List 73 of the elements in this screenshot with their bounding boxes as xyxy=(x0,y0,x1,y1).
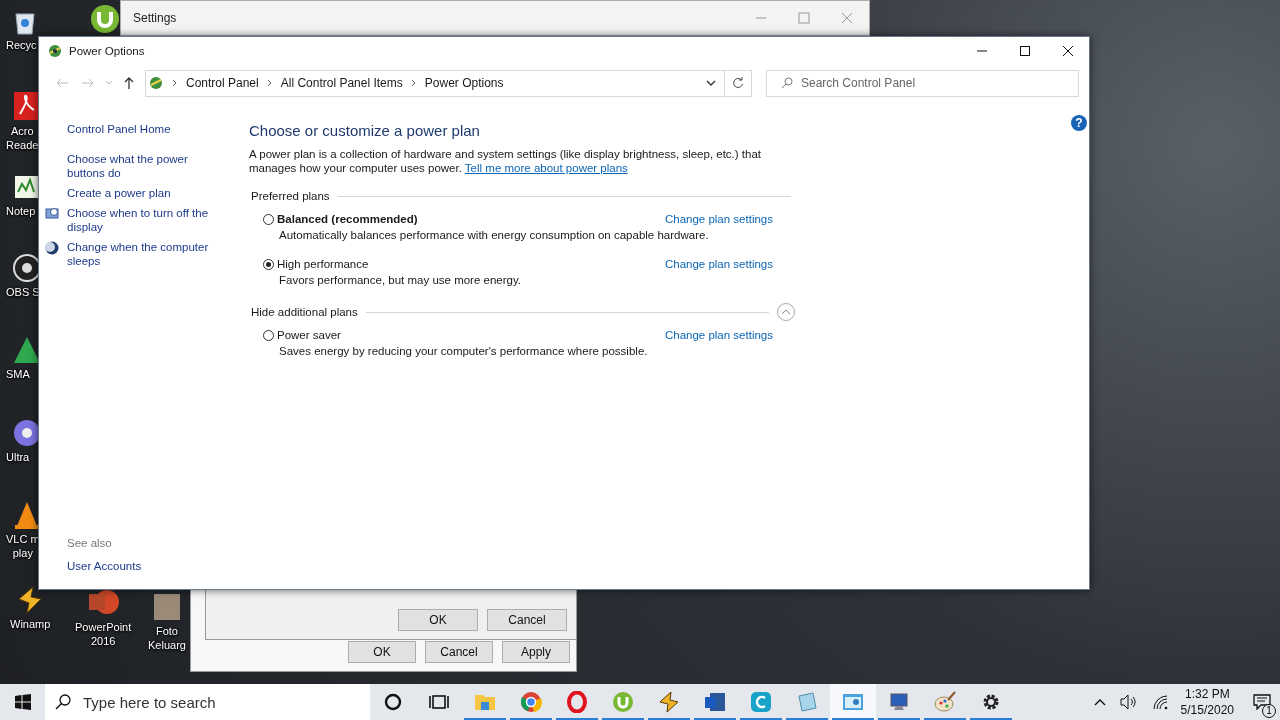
help-icon[interactable]: ? xyxy=(1071,115,1087,131)
dialog-button[interactable]: OK xyxy=(398,609,478,631)
close-icon xyxy=(1061,45,1074,57)
plan-description: Automatically balances performance with energy consumption on capable hardware. xyxy=(278,229,710,241)
desktop-icon-label[interactable]: Winamp xyxy=(10,617,51,631)
windows-logo-icon xyxy=(14,694,31,710)
search-icon xyxy=(55,694,71,710)
chevron-right-icon xyxy=(410,79,417,87)
sidebar-link[interactable]: Create a power plan xyxy=(67,186,171,200)
sidebar-link[interactable]: Choose what the power buttons do xyxy=(67,152,227,180)
breadcrumb-link[interactable]: All Control Panel Items xyxy=(280,76,403,90)
power-plan-icon xyxy=(47,43,63,59)
description-text: A power plan is a collection of hardware and system settings (like display brightness, sleep, etc.) that manages how your computer uses power. Tell me more about power plans xyxy=(249,147,762,175)
display-clock-icon xyxy=(45,207,59,221)
clock-date[interactable]: 5/15/2020 xyxy=(1180,702,1234,718)
change-plan-settings-link[interactable]: Change plan settings xyxy=(664,213,773,225)
search-field[interactable]: Search Control Panel xyxy=(766,69,1079,97)
desktop-icon-label[interactable]: Acro Reade xyxy=(6,124,39,152)
desktop-icon-label[interactable]: SMA xyxy=(6,367,30,381)
close-icon[interactable] xyxy=(841,12,853,24)
sidebar-link[interactable]: Choose when to turn off the display xyxy=(67,206,227,234)
desktop-icon-label[interactable]: Foto Keluarg xyxy=(148,624,186,652)
search-input[interactable]: Type here to search xyxy=(81,692,370,712)
group-label: Preferred plans xyxy=(251,190,330,202)
search-field[interactable]: Type here to search xyxy=(45,684,370,720)
plan-name[interactable]: High performance xyxy=(277,258,369,270)
breadcrumb-link[interactable]: Control Panel xyxy=(186,76,259,90)
control-panel-icon xyxy=(148,75,164,91)
photo-placeholder[interactable] xyxy=(151,592,182,622)
chevron-right-icon xyxy=(266,79,273,87)
plan-description: Saves energy by reducing your computer's performance where possible. xyxy=(278,345,649,357)
chevron-icon xyxy=(781,309,791,315)
moon-icon xyxy=(45,241,59,255)
desktop-icon-label[interactable]: Recyc xyxy=(6,38,37,52)
dialog-button[interactable]: Cancel xyxy=(425,641,493,663)
desktop-icon-label[interactable]: Notep xyxy=(6,204,36,218)
refresh-button[interactable] xyxy=(725,69,752,97)
help-link[interactable]: Tell me more about power plans xyxy=(464,162,628,174)
collapse-button[interactable] xyxy=(777,303,795,321)
desktop-icon-label[interactable]: PowerPoint 2016 xyxy=(75,620,132,648)
window-title: Power Options xyxy=(69,45,145,57)
dialog-button[interactable]: OK xyxy=(348,641,416,663)
speaker-icon[interactable] xyxy=(1119,694,1138,710)
clock-time[interactable]: 1:32 PM xyxy=(1184,686,1230,702)
maximize-icon xyxy=(1018,45,1031,57)
up-arrow-icon[interactable] xyxy=(123,76,135,90)
group-label: Hide additional plans xyxy=(251,306,358,318)
dialog-button[interactable]: Cancel xyxy=(487,609,567,631)
breadcrumb-link[interactable]: Power Options xyxy=(424,76,504,90)
dialog-button[interactable]: Apply xyxy=(502,641,570,663)
dropdown-caret-icon[interactable] xyxy=(706,79,716,87)
change-plan-settings-link[interactable]: Change plan settings xyxy=(664,258,773,270)
address-bar[interactable]: Control Panel All Control Panel Items Power Options xyxy=(145,69,725,97)
search-icon xyxy=(781,77,793,89)
chevron-up-icon[interactable] xyxy=(1093,698,1106,706)
plan-description: Favors performance, but may use more energy. xyxy=(278,274,523,286)
plan-name[interactable]: Balanced (recommended) xyxy=(277,213,418,225)
window-icon[interactable] xyxy=(830,684,876,720)
chevron-right-icon xyxy=(172,79,178,87)
sidebar-link[interactable]: Control Panel Home xyxy=(67,122,171,136)
app-icon[interactable] xyxy=(90,4,120,34)
desktop-icon-label[interactable]: Ultra xyxy=(6,450,30,464)
page-heading: Choose or customize a power plan xyxy=(249,122,481,139)
notification-count: 1 xyxy=(1262,704,1276,718)
see-also-heading: See also xyxy=(67,537,113,549)
refresh-icon xyxy=(732,77,744,89)
wifi-icon[interactable] xyxy=(1151,694,1168,710)
plan-name[interactable]: Power saver xyxy=(277,329,341,341)
search-input[interactable]: Search Control Panel xyxy=(799,75,1078,91)
change-plan-settings-link[interactable]: Change plan settings xyxy=(664,329,773,341)
sidebar-link[interactable]: User Accounts xyxy=(67,559,227,573)
window-title: Settings xyxy=(133,11,177,25)
sidebar-link[interactable]: Change when the computer sleeps xyxy=(67,240,227,268)
